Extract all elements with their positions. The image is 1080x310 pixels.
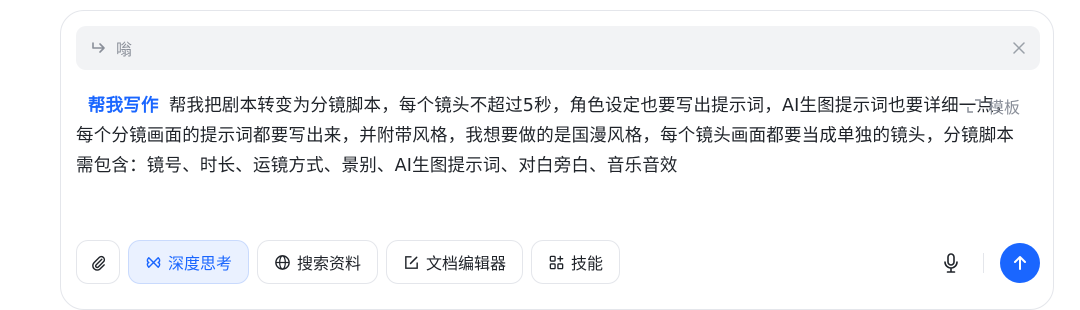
paperclip-icon	[91, 255, 105, 271]
deep-think-button[interactable]: 深度思考	[128, 240, 250, 284]
chat-composer: 嗡 帮我写作 帮我把剧本转变为分镜脚本，每个镜头不超过5秒，角色设定也要写出提示词…	[60, 10, 1054, 310]
microphone-icon[interactable]	[939, 251, 963, 275]
composer-toolbar: 深度思考 搜索资料 文档编辑器 技能	[76, 240, 621, 286]
reply-icon	[92, 42, 105, 53]
globe-icon	[275, 254, 290, 270]
skills-grid-icon	[549, 255, 564, 269]
arrow-up-icon	[1014, 256, 1026, 270]
close-icon[interactable]	[1012, 41, 1026, 55]
skills-button[interactable]: 技能	[531, 240, 621, 284]
edit-doc-icon	[405, 255, 418, 269]
template-button[interactable]: 模板	[966, 94, 1020, 118]
toolbar-divider	[983, 253, 984, 273]
deep-think-label: 深度思考	[168, 254, 233, 273]
search-label: 搜索资料	[297, 254, 362, 273]
doc-editor-label: 文档编辑器	[426, 254, 507, 273]
search-button[interactable]: 搜索资料	[257, 240, 379, 284]
writing-mode-tag: 帮我写作	[88, 96, 159, 116]
send-button[interactable]	[1000, 243, 1040, 283]
deep-think-icon	[146, 256, 161, 268]
template-label: 模板	[988, 98, 1021, 117]
expand-icon	[967, 99, 981, 113]
skills-label: 技能	[571, 254, 604, 273]
prompt-textarea[interactable]: 帮我写作 帮我把剧本转变为分镜脚本，每个镜头不超过5秒，角色设定也要写出提示词，A…	[76, 91, 1016, 181]
attach-button[interactable]	[76, 240, 120, 284]
quoted-text: 嗡	[116, 40, 133, 59]
prompt-text: 帮我把剧本转变为分镜脚本，每个镜头不超过5秒，角色设定也要写出提示词，AI生图提…	[76, 96, 1015, 176]
quoted-reply-bar: 嗡	[76, 26, 1040, 70]
doc-editor-button[interactable]: 文档编辑器	[386, 240, 524, 284]
